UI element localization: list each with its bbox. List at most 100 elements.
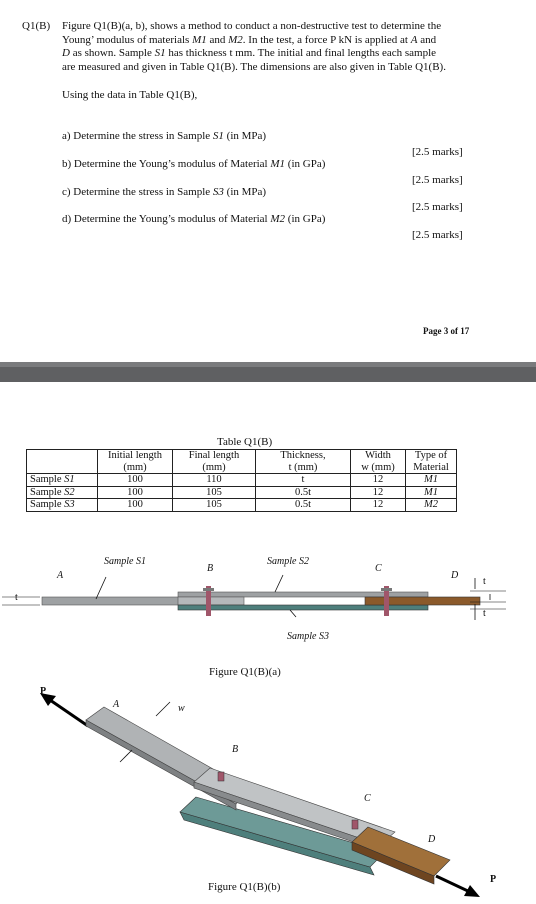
- table-row: Sample S1 100 110 t 12 M1: [26, 473, 457, 487]
- force-arrow-right: [435, 874, 471, 894]
- part-d: d) Determine the Young’s modulus of Mate…: [62, 213, 325, 227]
- header-unit: (mm): [123, 461, 147, 473]
- text-run: and: [206, 33, 229, 46]
- cell-thickness: 0.5t: [255, 485, 351, 499]
- cell-material: M1: [405, 485, 457, 499]
- header-unit: t (mm): [288, 461, 318, 473]
- var-m2: M2: [228, 33, 243, 46]
- label-sample-s2: Sample S2: [267, 556, 309, 567]
- figure-b-caption: Figure Q1(B)(b): [208, 881, 281, 893]
- cell-final: 105: [172, 498, 256, 512]
- header-text: Width: [365, 450, 391, 461]
- header-unit: (mm): [202, 461, 226, 473]
- sample-d-bar: [364, 596, 481, 606]
- part-c-text: c) Determine the stress in Sample: [62, 186, 213, 198]
- part-b-var: M1: [270, 158, 286, 170]
- header-initial-length: Initial length (mm): [97, 449, 173, 474]
- question-line-3: D as shown. Sample S1 has thickness t mm…: [62, 47, 482, 61]
- bolt-b: [217, 771, 225, 782]
- page-separator: [0, 362, 536, 382]
- cell-sample: Sample S1: [26, 473, 98, 487]
- var-m1: M1: [192, 33, 207, 46]
- part-b-suffix: (in GPa): [285, 158, 326, 170]
- cell-thickness: 0.5t: [255, 498, 351, 512]
- header-text: Type of: [414, 450, 448, 461]
- text-run: as shown. Sample: [69, 47, 155, 59]
- part-c-suffix: (in MPa): [223, 186, 267, 198]
- label-c: C: [375, 563, 382, 574]
- label-b: B: [207, 563, 214, 574]
- width-leader-top: [155, 701, 171, 717]
- var-s1: S1: [154, 47, 166, 59]
- header-material: Type of Material: [405, 449, 457, 474]
- figure-a-caption: Figure Q1(B)(a): [209, 666, 281, 678]
- bolt-b-head: [203, 588, 214, 591]
- part-d-var: M2: [270, 213, 286, 225]
- label-d: D: [451, 570, 459, 581]
- sample-text: Sample: [30, 486, 65, 498]
- cell-width: 12: [350, 498, 406, 512]
- question-line-1: Figure Q1(B)(a, b), shows a method to co…: [62, 20, 442, 32]
- header-width: Width w (mm): [350, 449, 406, 474]
- page-3: Q1(B) Figure Q1(B)(a, b), shows a method…: [0, 0, 536, 362]
- force-arrow-left: [49, 698, 89, 728]
- label-t-left: t: [15, 592, 18, 603]
- text-run: Young’ modulus of materials: [62, 33, 193, 46]
- label-sample-s3: Sample S3: [287, 631, 329, 642]
- label-t-top: t: [483, 576, 486, 587]
- page-separator-edge: [0, 362, 536, 367]
- header-final-length: Final length (mm): [172, 449, 256, 474]
- cell-material: M2: [405, 498, 457, 512]
- sample-s2-bar: [177, 591, 429, 598]
- cell-thickness: t: [255, 473, 351, 487]
- part-a-marks: [2.5 marks]: [412, 146, 463, 158]
- part-d-suffix: (in GPa): [285, 213, 326, 225]
- header-thickness: Thickness, t (mm): [255, 449, 351, 474]
- cell-width: 12: [350, 473, 406, 487]
- sample-s3-bar: [177, 604, 429, 611]
- part-b-text: b) Determine the Young’s modulus of Mate…: [62, 158, 271, 170]
- page-number: Page 3 of 17: [423, 326, 470, 336]
- bolt-c: [351, 819, 359, 830]
- table-caption: Table Q1(B): [217, 436, 273, 448]
- part-c: c) Determine the stress in Sample S3 (in…: [62, 186, 266, 200]
- cell-final: 105: [172, 485, 256, 499]
- sample-var: S2: [64, 486, 75, 498]
- leader-s2: [274, 574, 284, 593]
- header-text: Final length: [188, 450, 240, 461]
- text-run: . In the test, a force P kN is applied a…: [242, 33, 411, 46]
- data-table: Initial length (mm) Final length (mm) Thic…: [26, 449, 457, 512]
- text-run: and: [417, 33, 437, 46]
- sample-text: Sample: [30, 474, 65, 485]
- label-sample-s1: Sample S1: [104, 556, 146, 567]
- sample-var: S1: [64, 474, 75, 485]
- part-d-marks: [2.5 marks]: [412, 229, 463, 241]
- cell-final: 110: [172, 473, 256, 487]
- label-c-iso: C: [364, 793, 371, 804]
- table-header-row: Initial length (mm) Final length (mm) Thic…: [26, 449, 457, 474]
- part-a: a) Determine the stress in Sample S1 (in…: [62, 130, 266, 144]
- table-row: Sample S3 100 105 0.5t 12 M2: [26, 498, 457, 512]
- label-w: w: [178, 703, 185, 714]
- sample-var: S3: [64, 499, 75, 510]
- width-leader-bottom: [119, 749, 133, 763]
- cell-sample: Sample S2: [26, 485, 98, 499]
- sample-text: Sample: [30, 499, 65, 510]
- cell-initial: 100: [97, 473, 173, 487]
- label-b-iso: B: [232, 744, 239, 755]
- page-4: Table Q1(B) Initial length (mm) Final len…: [0, 382, 536, 904]
- cell-initial: 100: [97, 498, 173, 512]
- table-row: Sample S2 100 105 0.5t 12 M1: [26, 485, 457, 499]
- part-d-text: d) Determine the Young’s modulus of Mate…: [62, 213, 271, 225]
- part-a-suffix: (in MPa): [223, 130, 267, 142]
- part-a-text: a) Determine the stress in Sample: [62, 130, 213, 142]
- leader-s3: [289, 609, 297, 618]
- part-b: b) Determine the Young’s modulus of Mate…: [62, 158, 325, 172]
- question-text: Figure Q1(B)(a, b), shows a method to co…: [62, 20, 482, 74]
- label-p-right: P: [490, 874, 497, 885]
- header-unit: w (mm): [361, 461, 395, 473]
- part-c-var: S3: [212, 186, 224, 198]
- leader-s1: [95, 576, 107, 600]
- label-a: A: [57, 570, 64, 581]
- using-data-text: Using the data in Table Q1(B),: [62, 89, 198, 101]
